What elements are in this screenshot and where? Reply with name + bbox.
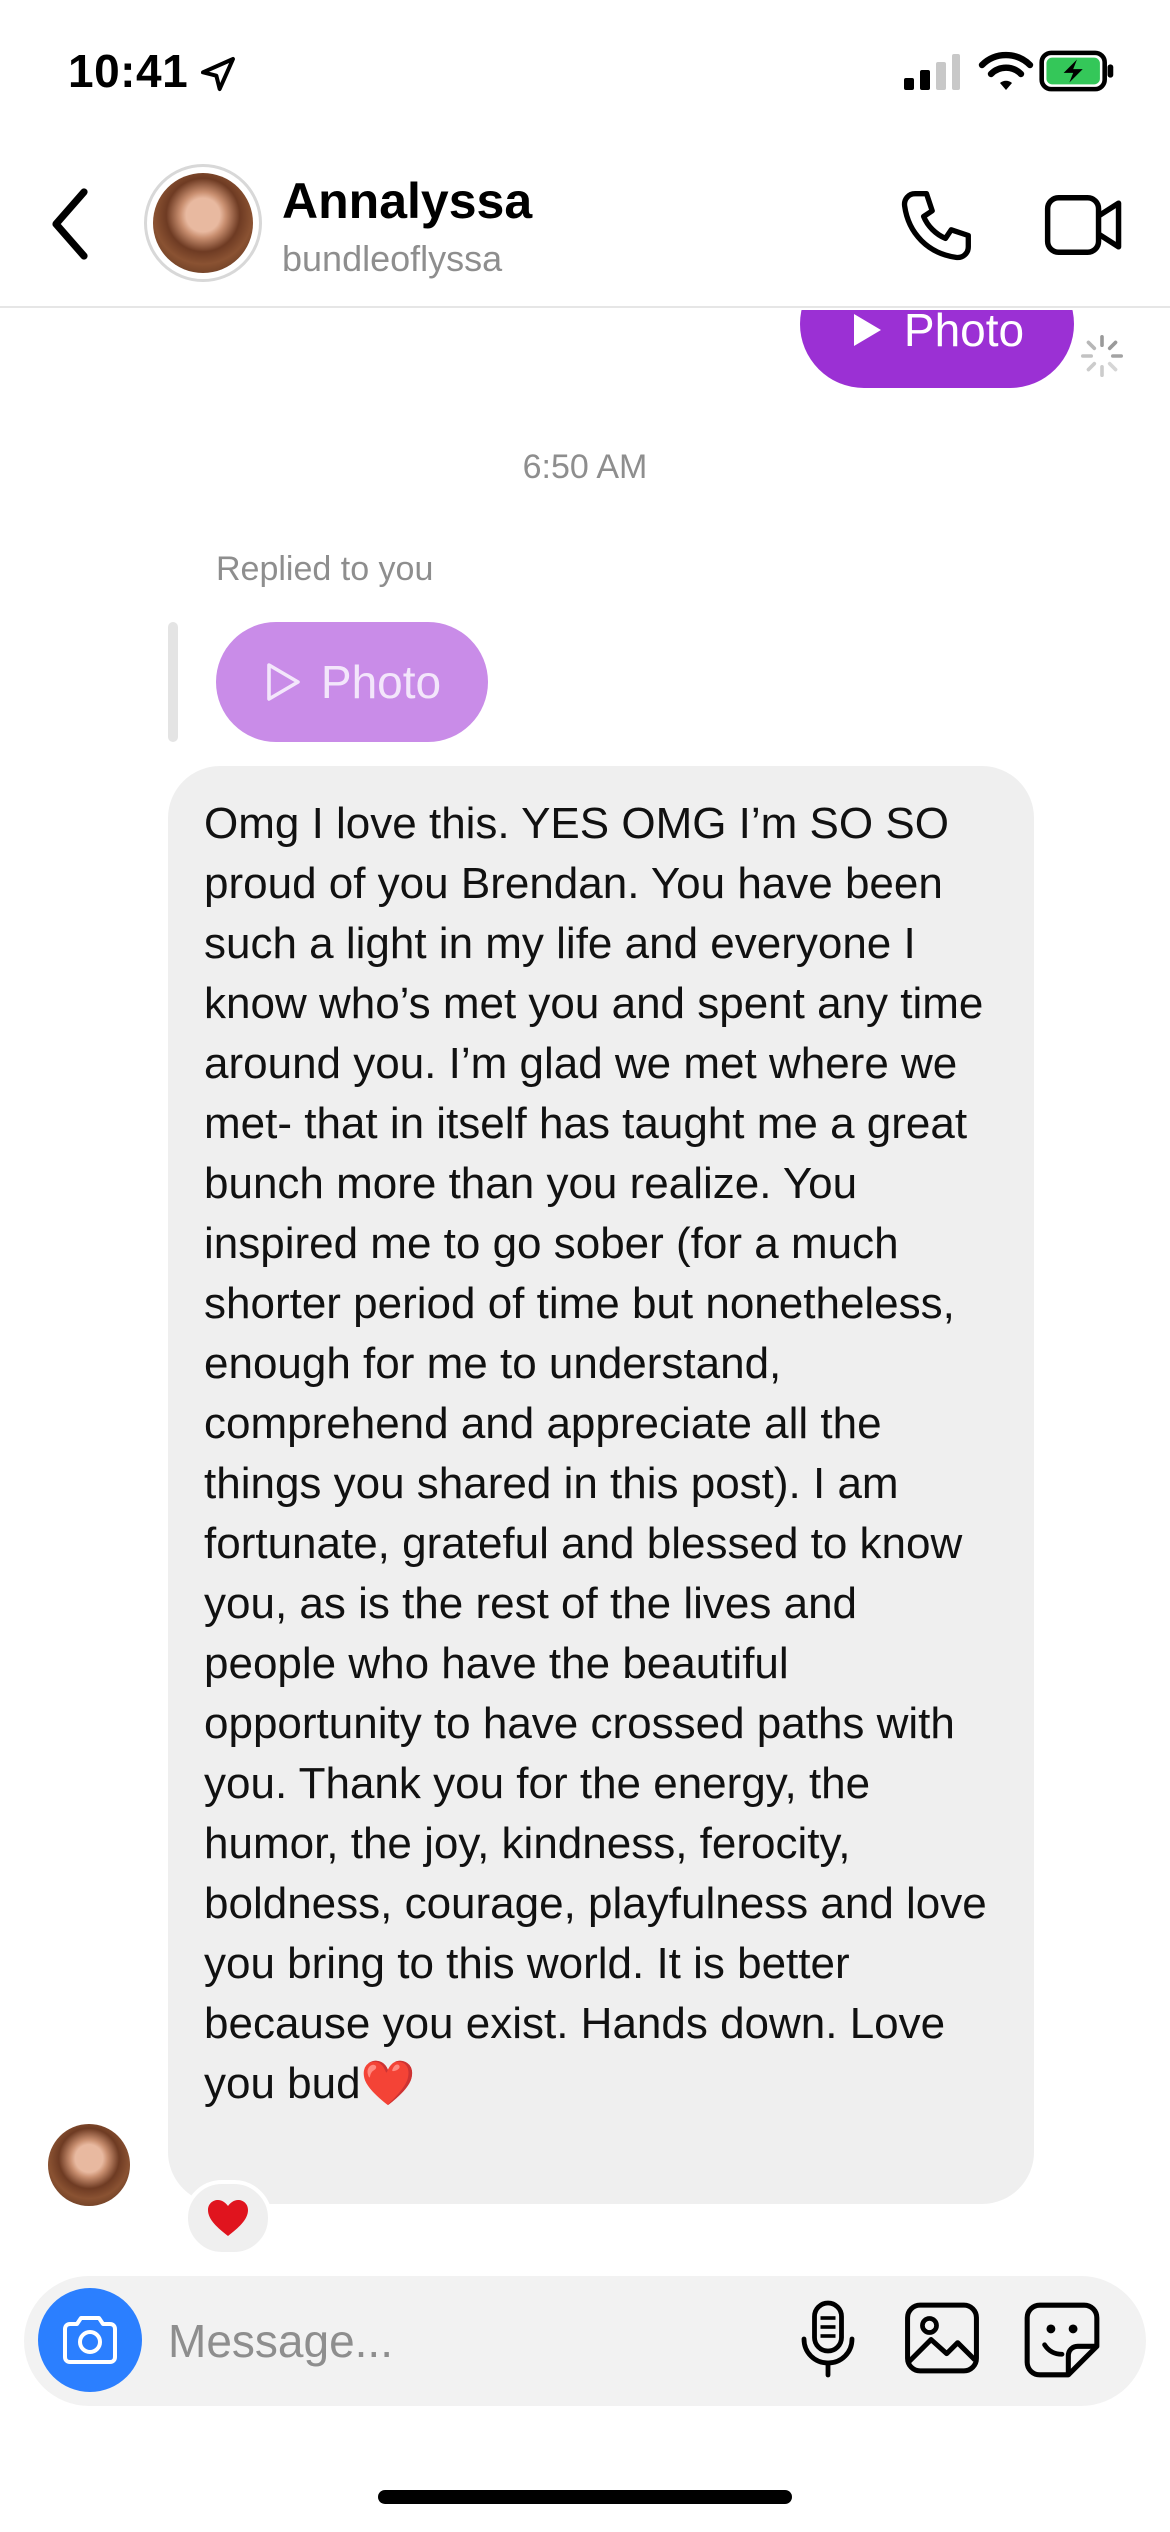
heart-reaction[interactable]	[184, 2180, 272, 2256]
message-timestamp: 6:50 AM	[522, 448, 648, 486]
contact-username[interactable]: bundleoflyssa	[282, 238, 502, 280]
phone-call-icon[interactable]	[898, 188, 974, 264]
reply-quote-bar	[168, 622, 178, 742]
heart-emoji: ❤️	[360, 2059, 416, 2108]
home-indicator	[378, 2490, 792, 2504]
quoted-photo-label: Photo	[320, 656, 442, 708]
message-text: Omg I love this. YES OMG I’m SO SO proud…	[204, 799, 999, 2108]
contact-avatar-photo	[153, 173, 253, 273]
header-divider	[0, 306, 1170, 308]
message-input[interactable]	[166, 2302, 770, 2380]
outgoing-photo-bubble[interactable]: Photo	[800, 310, 1074, 388]
sender-avatar[interactable]	[48, 2124, 130, 2206]
outgoing-photo-clip: Photo	[0, 310, 1170, 410]
status-time: 10:41	[68, 45, 189, 97]
camera-button[interactable]	[38, 2288, 142, 2392]
play-icon	[853, 314, 881, 346]
message-body: Omg I love this. YES OMG I’m SO SO proud…	[204, 794, 998, 2114]
replied-to-label: Replied to you	[216, 550, 434, 588]
camera-icon	[63, 2316, 117, 2364]
microphone-icon[interactable]	[798, 2300, 858, 2378]
contact-name[interactable]: Annalyssa	[282, 172, 532, 230]
outgoing-photo-label: Photo	[903, 310, 1025, 356]
video-call-icon[interactable]	[1044, 190, 1124, 260]
battery-charging-icon	[1039, 50, 1114, 92]
back-chevron-icon[interactable]	[40, 184, 100, 264]
play-outline-icon	[267, 663, 300, 701]
incoming-message-bubble[interactable]: Omg I love this. YES OMG I’m SO SO proud…	[168, 766, 1034, 2204]
sending-spinner-icon	[1081, 335, 1123, 377]
location-arrow-icon	[201, 57, 235, 91]
gallery-icon[interactable]	[904, 2302, 980, 2374]
cellular-signal-icon	[904, 54, 960, 90]
contact-avatar[interactable]	[144, 164, 262, 282]
wifi-icon	[978, 51, 1034, 90]
sticker-icon[interactable]	[1024, 2302, 1100, 2378]
quoted-photo-bubble[interactable]: Photo	[216, 622, 488, 742]
heart-reaction-icon	[208, 2200, 248, 2236]
